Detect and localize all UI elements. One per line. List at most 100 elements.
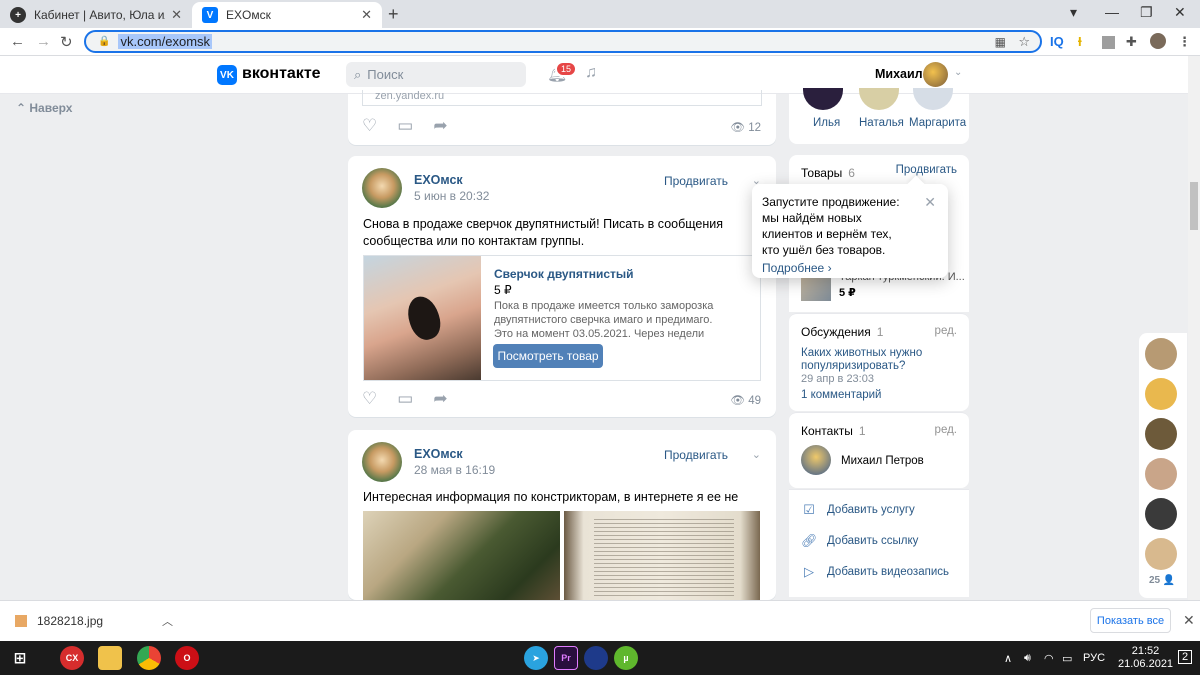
promote-button[interactable]: Продвигать — [664, 448, 728, 462]
notification-center-icon[interactable]: 2 — [1178, 650, 1193, 664]
contacts-header[interactable]: Контакты 1 — [801, 424, 866, 438]
vk-logo-text[interactable]: вконтакте — [242, 65, 321, 83]
opera-icon[interactable]: O — [175, 646, 199, 670]
tray-chevron-icon[interactable]: ∧ — [1004, 652, 1012, 665]
file-explorer-icon[interactable] — [98, 646, 122, 670]
ext-iq-icon[interactable]: IQ — [1050, 34, 1064, 49]
new-tab-button[interactable]: + — [388, 4, 399, 25]
scrollbar-thumb[interactable] — [1190, 182, 1198, 230]
close-icon[interactable]: ✕ — [924, 194, 936, 211]
close-tab-icon[interactable]: ✕ — [361, 7, 372, 23]
contacts-edit-link[interactable]: ред. — [935, 424, 957, 436]
goods-promote-link[interactable]: Продвигать — [896, 164, 957, 176]
post-menu-chevron-icon[interactable]: ⌄ — [752, 448, 761, 461]
community-avatar[interactable] — [362, 442, 402, 482]
tab-exomsk[interactable]: V EXOмск ✕ — [192, 2, 382, 28]
chat-avatar[interactable] — [1145, 538, 1177, 570]
show-all-button[interactable]: Показать все — [1090, 608, 1171, 633]
premiere-icon[interactable]: Pr — [554, 646, 578, 670]
share-icon[interactable]: ➦ — [433, 116, 447, 138]
search-input[interactable]: ⌕ Поиск — [346, 62, 526, 87]
maximize-button[interactable]: ❐ — [1140, 4, 1153, 21]
download-item[interactable]: 1828218.jpg — [15, 614, 103, 628]
chevron-up-icon[interactable]: ︿ — [162, 613, 173, 629]
reload-button[interactable]: ↻ — [60, 33, 73, 51]
close-tab-icon[interactable]: ✕ — [171, 7, 182, 23]
promote-button[interactable]: Продвигать — [664, 174, 728, 188]
tab-avito[interactable]: + Кабинет | Авито, Юла или Вк? К ✕ — [0, 2, 192, 28]
music-icon[interactable]: ♫ — [585, 64, 597, 82]
comment-icon[interactable]: ▭ — [397, 389, 413, 411]
scroll-up-button[interactable]: ⌃ Наверх — [16, 101, 72, 115]
extensions-puzzle-icon[interactable]: ✚ — [1126, 34, 1137, 50]
link-preview[interactable]: zen.yandex.ru — [362, 90, 762, 106]
qr-icon[interactable]: ▦ — [995, 35, 1006, 49]
friend-name[interactable]: Илья — [813, 117, 840, 129]
comment-icon[interactable]: ▭ — [397, 116, 413, 138]
url-input[interactable]: 🔒 vk.com/exomsk ▦ ☆ — [84, 30, 1042, 53]
wifi-icon[interactable]: ◠ — [1044, 652, 1054, 665]
like-icon[interactable]: ♡ — [362, 116, 377, 138]
chat-avatar[interactable] — [1145, 458, 1177, 490]
app-colorful-icon[interactable] — [584, 646, 608, 670]
view-product-button[interactable]: Посмотреть товар — [493, 344, 603, 368]
discussions-header[interactable]: Обсуждения 1 — [801, 325, 883, 339]
friend-avatar[interactable] — [803, 88, 843, 110]
close-window-button[interactable]: ✕ — [1174, 4, 1186, 21]
ext-square-icon[interactable] — [1102, 36, 1115, 49]
windows-start-icon[interactable]: ⊞ — [8, 646, 32, 670]
friend-avatar[interactable] — [913, 88, 953, 110]
telegram-icon[interactable]: ➤ — [524, 646, 548, 670]
chevron-down-icon[interactable]: ⌄ — [954, 67, 962, 78]
discussion-comments-link[interactable]: 1 комментарий — [801, 389, 881, 401]
discussion-topic-link[interactable]: Каких животных нужно популяризировать? — [801, 347, 951, 373]
volume-icon[interactable]: 🔊︎ — [1024, 652, 1031, 665]
friend-avatar[interactable] — [859, 88, 899, 110]
minimize-button[interactable]: — — [1105, 4, 1119, 20]
chat-avatar[interactable] — [1145, 498, 1177, 530]
post-author[interactable]: EXOмск — [414, 447, 463, 461]
post-date[interactable]: 28 мая в 16:19 — [414, 463, 495, 477]
product-title[interactable]: Сверчок двупятнистый — [494, 267, 634, 281]
app-cx-icon[interactable]: CX — [60, 646, 84, 670]
chat-avatar[interactable] — [1145, 338, 1177, 370]
vk-logo-icon[interactable]: VK — [217, 65, 237, 85]
discussions-edit-link[interactable]: ред. — [935, 325, 957, 337]
share-icon[interactable]: ➦ — [433, 389, 447, 411]
chat-avatar[interactable] — [1145, 378, 1177, 410]
community-avatar[interactable] — [362, 168, 402, 208]
user-avatar[interactable] — [923, 62, 948, 87]
chrome-icon[interactable] — [137, 646, 161, 670]
forward-button[interactable]: → — [36, 33, 51, 50]
profile-avatar-icon[interactable] — [1150, 33, 1166, 49]
add-link-button[interactable]: 🔗︎ Добавить ссылку — [801, 533, 918, 549]
browser-menu-icon[interactable]: ⋮ — [1178, 34, 1191, 50]
goods-header[interactable]: Товары 6 — [801, 166, 855, 180]
bookmark-star-icon[interactable]: ☆ — [1018, 34, 1030, 50]
close-icon[interactable]: ✕ — [1183, 612, 1195, 629]
post-photo[interactable] — [363, 511, 560, 601]
chat-count[interactable]: 25 👤 — [1149, 575, 1175, 586]
post-author[interactable]: EXOмск — [414, 173, 463, 187]
add-video-button[interactable]: ▷ Добавить видеозапись — [801, 564, 949, 580]
post-photo[interactable] — [564, 511, 760, 601]
friend-name[interactable]: Маргарита — [909, 117, 966, 129]
back-button[interactable]: ← — [10, 33, 25, 50]
friend-name[interactable]: Наталья — [859, 117, 904, 129]
post-date[interactable]: 5 июн в 20:32 — [414, 189, 489, 203]
add-service-button[interactable]: ☑ Добавить услугу — [801, 502, 915, 518]
product-attachment[interactable]: Сверчок двупятнистый 5 ₽ Пока в продаже … — [363, 255, 761, 381]
chat-avatar[interactable] — [1145, 418, 1177, 450]
tooltip-more-link[interactable]: Подробнее › — [762, 261, 938, 275]
contact-avatar[interactable] — [801, 445, 831, 475]
ext-yandex-icon[interactable]: Ɨ — [1078, 34, 1082, 49]
clock[interactable]: 21:52 21.06.2021 — [1118, 645, 1173, 671]
language-indicator[interactable]: РУС — [1083, 652, 1105, 664]
product-image[interactable] — [364, 256, 481, 380]
tab-search-icon[interactable]: ▾ — [1070, 4, 1077, 21]
like-icon[interactable]: ♡ — [362, 389, 377, 411]
contact-name[interactable]: Михаил Петров — [841, 455, 924, 467]
page-scrollbar[interactable] — [1188, 56, 1200, 600]
utorrent-icon[interactable]: µ — [614, 646, 638, 670]
battery-icon[interactable]: ▭ — [1062, 652, 1072, 665]
